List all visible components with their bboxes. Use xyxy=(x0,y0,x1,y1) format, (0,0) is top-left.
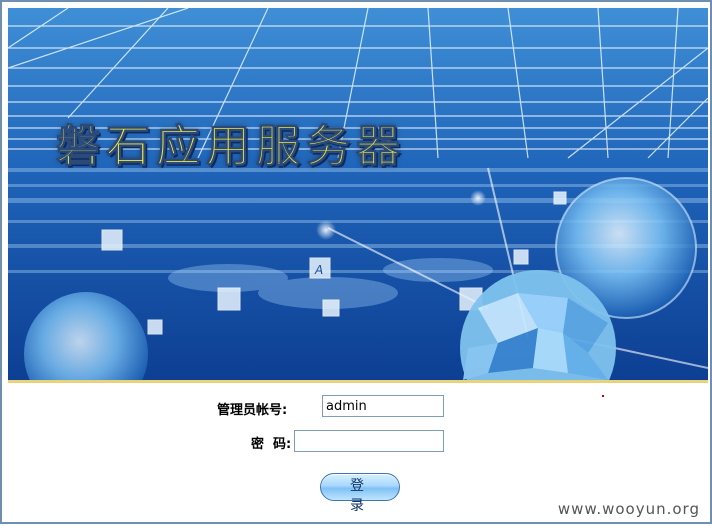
marker-dot xyxy=(602,395,604,397)
username-field[interactable] xyxy=(322,395,444,417)
banner-graphic: A xyxy=(8,8,708,380)
banner-title: 磐石应用服务器 xyxy=(56,121,406,173)
password-label: 密 码: xyxy=(251,437,292,452)
login-page: A 磐石应用服务器 管理员帐号: 密 码: xyxy=(0,0,712,524)
login-button[interactable]: 登 录 xyxy=(320,473,400,514)
username-label: 管理员帐号: xyxy=(217,403,288,418)
card-letter: A xyxy=(314,263,323,277)
watermark-text: www.wooyun.org xyxy=(557,500,700,518)
banner-image: A 磐石应用服务器 xyxy=(8,8,708,380)
password-field[interactable] xyxy=(294,430,444,452)
